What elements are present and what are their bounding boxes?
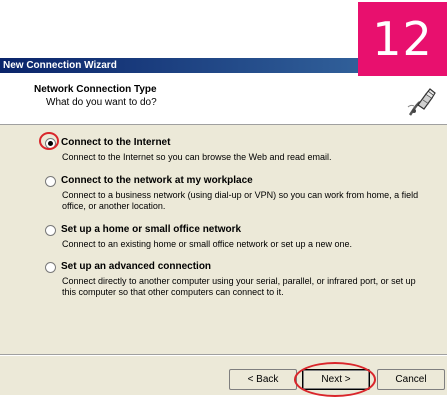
option-description: Connect to an existing home or small off… xyxy=(62,239,352,249)
cancel-button[interactable]: Cancel xyxy=(377,369,445,390)
next-button[interactable]: Next > xyxy=(302,369,370,390)
back-button[interactable]: < Back xyxy=(229,369,297,390)
step-number-badge: 12 xyxy=(358,2,447,76)
radio-connect-workplace[interactable] xyxy=(45,176,56,187)
wizard-header: Network Connection Type What do you want… xyxy=(0,73,447,125)
option-description: Connect directly to another computer usi… xyxy=(62,276,416,297)
radio-home-network[interactable] xyxy=(45,225,56,236)
option-label[interactable]: Set up a home or small office network xyxy=(61,224,241,235)
footer-divider xyxy=(0,354,447,356)
network-cable-icon xyxy=(405,86,437,118)
option-label[interactable]: Connect to the network at my workplace xyxy=(61,175,253,186)
option-description: Connect to a business network (using dia… xyxy=(62,190,419,211)
option-label[interactable]: Set up an advanced connection xyxy=(61,261,211,272)
wizard-window: New Connection Wizard Network Connection… xyxy=(0,58,447,397)
selection-highlight-circle xyxy=(39,132,59,150)
header-subtitle: What do you want to do? xyxy=(46,97,157,108)
option-label[interactable]: Connect to the Internet xyxy=(61,137,170,148)
option-description: Connect to the Internet so you can brows… xyxy=(62,152,332,162)
header-title: Network Connection Type xyxy=(34,84,157,95)
radio-advanced-connection[interactable] xyxy=(45,262,56,273)
